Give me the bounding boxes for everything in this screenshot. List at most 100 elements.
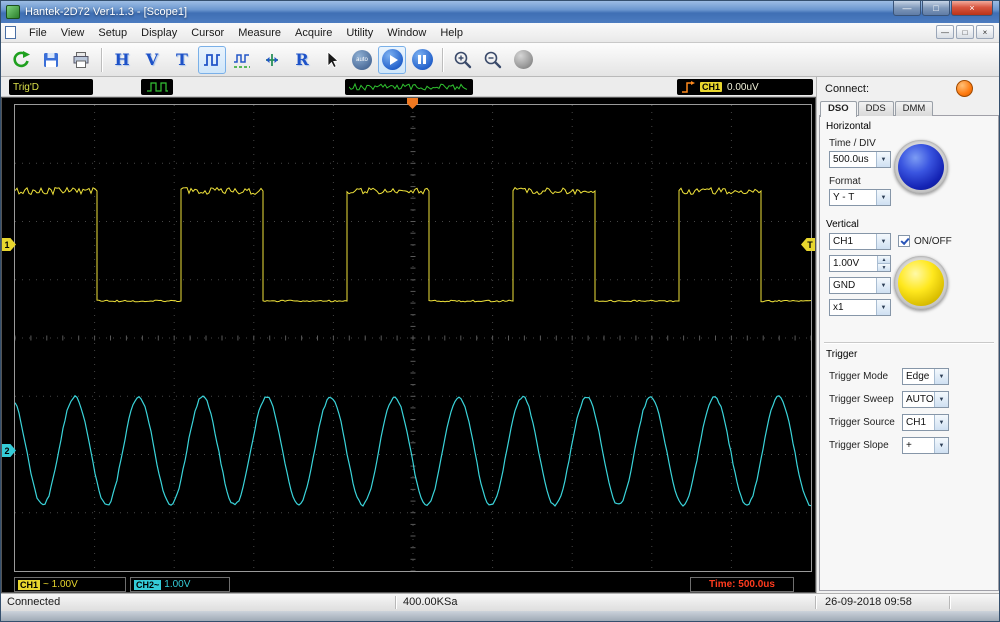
spin-up-icon[interactable]: ▲ bbox=[878, 256, 890, 263]
ch1-readout-badge: CH1 bbox=[18, 580, 40, 590]
mdi-restore-button[interactable]: □ bbox=[956, 25, 974, 39]
auto-set-button[interactable]: auto bbox=[348, 46, 376, 74]
toolbar-separator bbox=[442, 48, 443, 72]
trigger-section-title: Trigger bbox=[826, 349, 857, 360]
time-div-value: 500.0us bbox=[830, 154, 876, 165]
title-bar: Hantek-2D72 Ver1.1.3 - [Scope1] — □ × bbox=[1, 1, 999, 23]
open-button[interactable] bbox=[7, 46, 35, 74]
acquisition-preview-svg bbox=[349, 81, 469, 93]
menu-display[interactable]: Display bbox=[134, 25, 184, 41]
menu-measure[interactable]: Measure bbox=[231, 25, 288, 41]
scope-grid-svg bbox=[15, 105, 811, 571]
window-frame-bottom bbox=[1, 611, 1000, 622]
trigger-source-select[interactable]: CH1 ▼ bbox=[902, 414, 949, 431]
auto-range-button[interactable] bbox=[258, 46, 286, 74]
snapshot-icon bbox=[514, 50, 533, 69]
open-icon bbox=[11, 50, 31, 70]
dropdown-arrow-icon: ▼ bbox=[934, 438, 948, 453]
close-button[interactable]: × bbox=[951, 1, 993, 16]
connect-label: Connect: bbox=[825, 83, 869, 95]
zoom-in-button[interactable] bbox=[449, 46, 477, 74]
statusbar-divider bbox=[815, 596, 816, 609]
save-button[interactable] bbox=[37, 46, 65, 74]
dropdown-arrow-icon: ▼ bbox=[876, 152, 890, 167]
ref-wave-button[interactable] bbox=[228, 46, 256, 74]
trigger-channel-badge: CH1 bbox=[700, 82, 722, 92]
connect-indicator[interactable] bbox=[956, 80, 973, 97]
zoom-in-icon bbox=[453, 50, 473, 70]
ch2-readout: CH2~ 1.00V bbox=[130, 577, 230, 592]
menu-acquire[interactable]: Acquire bbox=[288, 25, 339, 41]
ch1-readout-value: ~ 1.00V bbox=[43, 579, 78, 590]
print-icon bbox=[71, 50, 91, 70]
trigger-slope-select[interactable]: + ▼ bbox=[902, 437, 949, 454]
channel-onoff-checkbox[interactable] bbox=[898, 235, 910, 247]
vertical-button[interactable]: V bbox=[138, 46, 166, 74]
trigger-sweep-select[interactable]: AUTO ▼ bbox=[902, 391, 949, 408]
menu-setup[interactable]: Setup bbox=[91, 25, 134, 41]
section-divider bbox=[824, 342, 994, 343]
time-div-select[interactable]: 500.0us ▼ bbox=[829, 151, 891, 168]
tab-dds[interactable]: DDS bbox=[858, 101, 894, 116]
mdi-minimize-button[interactable]: — bbox=[936, 25, 954, 39]
dropdown-arrow-icon: ▼ bbox=[934, 392, 948, 407]
mdi-close-button[interactable]: × bbox=[976, 25, 994, 39]
trigger-mode-value: Edge bbox=[903, 371, 934, 382]
menu-cursor[interactable]: Cursor bbox=[184, 25, 231, 41]
maximize-button[interactable]: □ bbox=[922, 1, 950, 16]
channel-select[interactable]: CH1 ▼ bbox=[829, 233, 891, 250]
run-button[interactable] bbox=[378, 46, 406, 74]
mdi-window-controls: — □ × bbox=[936, 25, 994, 39]
zoom-out-button[interactable] bbox=[479, 46, 507, 74]
horizontal-button[interactable]: H bbox=[108, 46, 136, 74]
volt-scale-value: 1.00V bbox=[830, 258, 877, 269]
window-title: Hantek-2D72 Ver1.1.3 - [Scope1] bbox=[25, 6, 187, 18]
toolbar: H V T R auto bbox=[1, 43, 999, 77]
menu-utility[interactable]: Utility bbox=[339, 25, 380, 41]
pause-button[interactable] bbox=[408, 46, 436, 74]
volt-scale-spinner[interactable]: 1.00V ▲▼ bbox=[829, 255, 891, 272]
ch1-readout: CH1 ~ 1.00V bbox=[14, 577, 126, 592]
vertical-knob[interactable] bbox=[894, 256, 948, 310]
zoom-out-icon bbox=[483, 50, 503, 70]
menu-file[interactable]: File bbox=[22, 25, 54, 41]
ch2-readout-value: 1.00V bbox=[164, 579, 190, 590]
time-div-label: Time / DIV bbox=[829, 138, 876, 149]
snapshot-button[interactable] bbox=[509, 46, 537, 74]
scope-column: Trig'D CH1 0.00uV 1 2 T CH1 bbox=[1, 77, 816, 593]
print-button[interactable] bbox=[67, 46, 95, 74]
spin-down-icon[interactable]: ▼ bbox=[878, 263, 890, 271]
trigger-status-box: Trig'D bbox=[9, 79, 93, 95]
trigger-slope-value: + bbox=[903, 440, 934, 451]
coupling-select[interactable]: GND ▼ bbox=[829, 277, 891, 294]
menu-view[interactable]: View bbox=[54, 25, 92, 41]
scope-plot[interactable] bbox=[14, 104, 812, 572]
tab-dmm[interactable]: DMM bbox=[895, 101, 934, 116]
mdi-document-icon bbox=[5, 26, 16, 39]
trigger-mode-select[interactable]: Edge ▼ bbox=[902, 368, 949, 385]
channel-wave-button[interactable] bbox=[198, 46, 226, 74]
time-readout-value: Time: 500.0us bbox=[709, 579, 775, 590]
dso-tab-page: Horizontal Time / DIV 500.0us ▼ Format Y… bbox=[819, 115, 999, 591]
dropdown-arrow-icon: ▼ bbox=[876, 190, 890, 205]
menu-help[interactable]: Help bbox=[433, 25, 470, 41]
spinner-buttons[interactable]: ▲▼ bbox=[877, 256, 890, 271]
minimize-button[interactable]: — bbox=[893, 1, 921, 16]
trigger-mode-label: Trigger Mode bbox=[829, 371, 888, 382]
tab-dso[interactable]: DSO bbox=[820, 101, 857, 117]
record-button[interactable]: R bbox=[288, 46, 316, 74]
probe-select[interactable]: x1 ▼ bbox=[829, 299, 891, 316]
trigger-button[interactable]: T bbox=[168, 46, 196, 74]
trigger-slope-label: Trigger Slope bbox=[829, 440, 889, 451]
format-select[interactable]: Y - T ▼ bbox=[829, 189, 891, 206]
format-label: Format bbox=[829, 176, 861, 187]
status-bar: Connected 400.00KSa 26-09-2018 09:58 bbox=[1, 593, 1000, 611]
play-icon bbox=[382, 49, 403, 70]
horizontal-knob[interactable] bbox=[894, 140, 948, 194]
trigger-sweep-label: Trigger Sweep bbox=[829, 394, 894, 405]
menu-window[interactable]: Window bbox=[380, 25, 433, 41]
cursor-button[interactable] bbox=[318, 46, 346, 74]
save-icon bbox=[41, 50, 61, 70]
trigger-status: Trig'D bbox=[13, 82, 39, 93]
acquisition-preview-box bbox=[345, 79, 473, 95]
